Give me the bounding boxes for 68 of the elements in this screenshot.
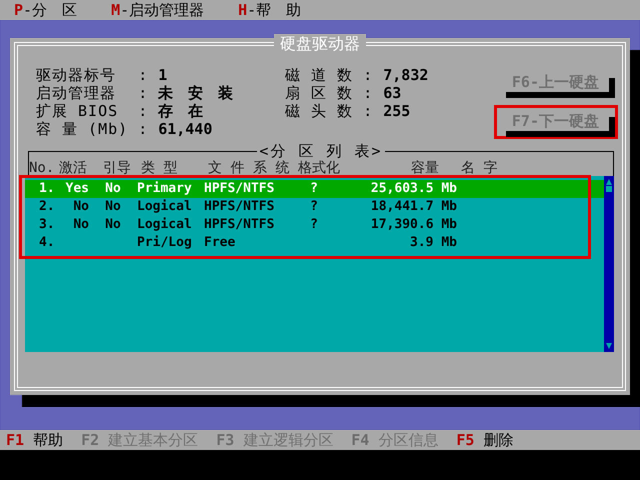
field-label: 容 量 (Mb) [36,120,128,138]
column-header: 引导 [102,160,132,176]
table-cell-text: Pri/Log [137,234,193,252]
column-header: 类 型 [141,160,178,176]
table-cell-text: 3.9 Mb [409,234,457,252]
table-cell-text: No [104,216,122,234]
table-cell-text: Free [204,234,236,252]
table-cell-text: 3. [38,216,55,234]
table-cell-text: HPFS/NTFS [204,198,276,216]
table-cell-text: No [104,180,122,198]
field-separator: : [138,66,148,84]
field-label: 磁 头 数 [285,102,354,120]
table-cell-text: HPFS/NTFS [204,216,276,234]
scroll-up-icon[interactable] [605,178,613,186]
column-header: 格式化 [298,160,338,176]
table-cell-text: Yes [64,180,89,198]
column-header: 名 字 [461,160,498,176]
field-label: 启动管理器 [36,84,117,102]
dialog-title: 硬盘驱动器 [274,34,366,54]
partition-row[interactable]: 3. No No Logical HPFS/NTFS ? 17,390.6 Mb [25,216,604,234]
field-value: 61,440 [158,120,214,138]
table-cell-text: ? [309,180,319,198]
table-cell-text: 4. [38,234,55,252]
field-separator: : [363,84,374,102]
column-header: No. [29,160,56,176]
field-label: 扇 区 数 [285,84,354,102]
menu-item[interactable]: P-分 区 [14,0,78,22]
table-cell-text: HPFS/NTFS [204,180,276,198]
table-cell-text: No [72,216,89,234]
partition-row[interactable]: 4. Pri/Log Free 3.9 Mb [25,234,604,252]
list-title: <分 区 列 表> [257,142,385,160]
field-separator: : [138,102,148,120]
function-key[interactable]: F5 删除 [456,428,514,452]
table-cell-text: ? [309,198,319,216]
table-cell-text: 1. [38,180,55,198]
function-key[interactable]: F1 帮助 [6,428,64,452]
column-header: 文 件 系 统 [208,160,290,176]
field-separator: : [363,66,374,84]
field-value: 未 安 装 [158,84,234,102]
column-header: 容量 [410,160,440,176]
table-cell-text: 17,390.6 Mb [370,216,457,234]
table-cell-text: No [72,198,89,216]
menu-item[interactable]: M-启动管理器 [111,0,204,22]
field-separator: : [363,102,374,120]
field-label: 磁 道 数 [285,66,354,84]
table-cell-text: 25,603.5 Mb [370,180,457,198]
table-cell-text: Logical [137,198,193,216]
table-cell-text: 18,441.7 Mb [370,198,457,216]
field-value: 1 [158,66,168,84]
table-cell-text: Logical [137,216,193,234]
table-cell-text: 2. [38,198,55,216]
partition-row[interactable]: 2. No No Logical HPFS/NTFS ? 18,441.7 Mb [25,198,604,216]
menu-item[interactable]: H-帮 助 [238,0,302,22]
field-separator: : [138,120,148,138]
field-value: 存 在 [158,102,204,120]
field-label: 驱动器标号 [36,66,117,84]
field-label: 扩展 BIOS [36,102,120,120]
field-value: 255 [383,102,412,120]
scrollbar[interactable] [604,176,614,352]
table-cell-text: ? [309,216,319,234]
field-value: 7,832 [383,66,428,84]
scroll-thumb-icon[interactable] [605,185,613,193]
column-header: 激活 [59,160,88,176]
field-value: 63 [383,84,402,102]
table-cell-text: Primary [137,180,193,198]
field-separator: : [138,84,148,102]
table-cell-text: No [104,198,122,216]
scroll-down-icon[interactable] [605,342,613,350]
